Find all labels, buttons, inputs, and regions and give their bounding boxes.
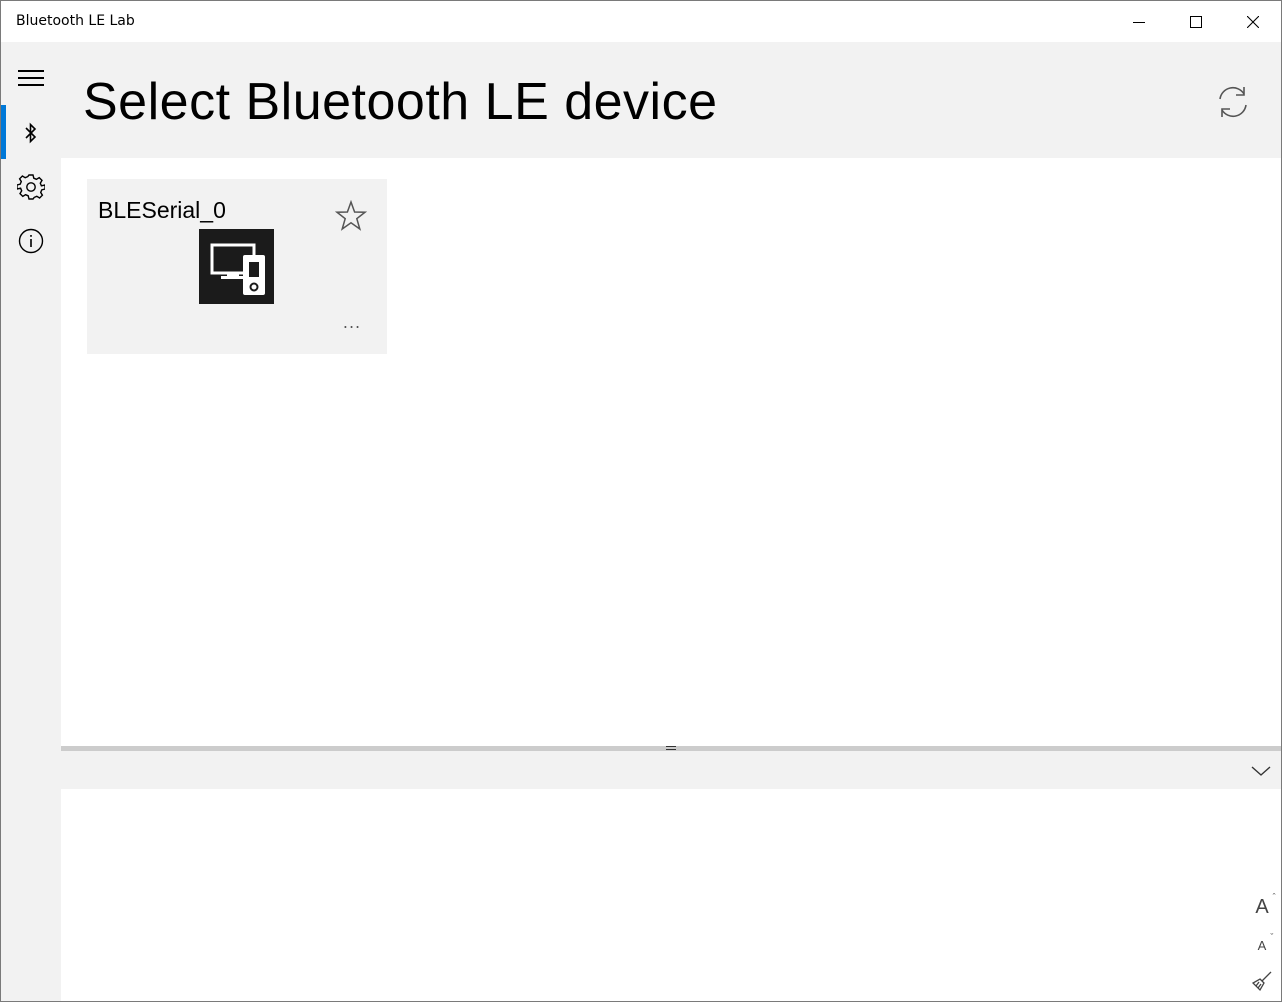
collapse-log-button[interactable] — [1249, 759, 1273, 783]
device-type-image — [199, 229, 274, 304]
font-decrease-button[interactable]: Aˇ — [1249, 931, 1275, 959]
chevron-down-icon — [1251, 766, 1271, 776]
star-outline-icon — [335, 200, 367, 231]
log-panel-header — [61, 751, 1281, 789]
window-title: Bluetooth LE Lab — [16, 13, 135, 29]
down-mark-icon: ˇ — [1270, 931, 1274, 942]
clear-log-button[interactable] — [1249, 967, 1275, 995]
maximize-button[interactable] — [1167, 1, 1224, 42]
font-increase-label: A — [1255, 895, 1269, 918]
hamburger-icon — [18, 70, 44, 86]
page-title: Select Bluetooth LE device — [83, 73, 718, 131]
font-increase-icon: Aˆ — [1255, 892, 1275, 919]
gear-icon — [17, 174, 45, 200]
title-bar[interactable]: Bluetooth LE Lab — [1, 1, 1281, 42]
bluetooth-icon — [25, 122, 37, 144]
device-card[interactable]: BLESerial_0 ... — [87, 179, 387, 354]
more-options-button[interactable]: ... — [337, 313, 367, 333]
nav-sidebar — [1, 42, 61, 1001]
minimize-button[interactable] — [1110, 1, 1167, 42]
devices-icon — [210, 243, 265, 295]
log-output[interactable]: Aˆ Aˇ — [61, 789, 1281, 1001]
up-mark-icon: ˆ — [1272, 891, 1276, 902]
favorite-button[interactable] — [332, 197, 370, 235]
sidebar-item-settings[interactable] — [1, 161, 61, 213]
close-icon — [1246, 15, 1259, 28]
sidebar-item-devices[interactable] — [1, 107, 61, 159]
device-name: BLESerial_0 — [98, 197, 226, 223]
sidebar-item-about[interactable] — [1, 215, 61, 267]
device-list: BLESerial_0 ... — [61, 158, 1281, 746]
refresh-button[interactable] — [1211, 80, 1255, 124]
app-window: Bluetooth LE Lab Select Bluetooth LE dev… — [0, 0, 1282, 1002]
refresh-icon — [1219, 86, 1247, 118]
close-button[interactable] — [1224, 1, 1281, 42]
broom-icon — [1251, 971, 1272, 992]
info-icon — [18, 228, 44, 254]
font-increase-button[interactable]: Aˆ — [1249, 892, 1275, 921]
hamburger-menu-button[interactable] — [1, 52, 61, 104]
font-decrease-label: A — [1257, 937, 1267, 953]
page-header: Select Bluetooth LE device — [61, 42, 1281, 158]
maximize-icon — [1189, 15, 1202, 28]
minimize-icon — [1132, 21, 1145, 23]
font-decrease-icon: Aˇ — [1257, 932, 1274, 953]
